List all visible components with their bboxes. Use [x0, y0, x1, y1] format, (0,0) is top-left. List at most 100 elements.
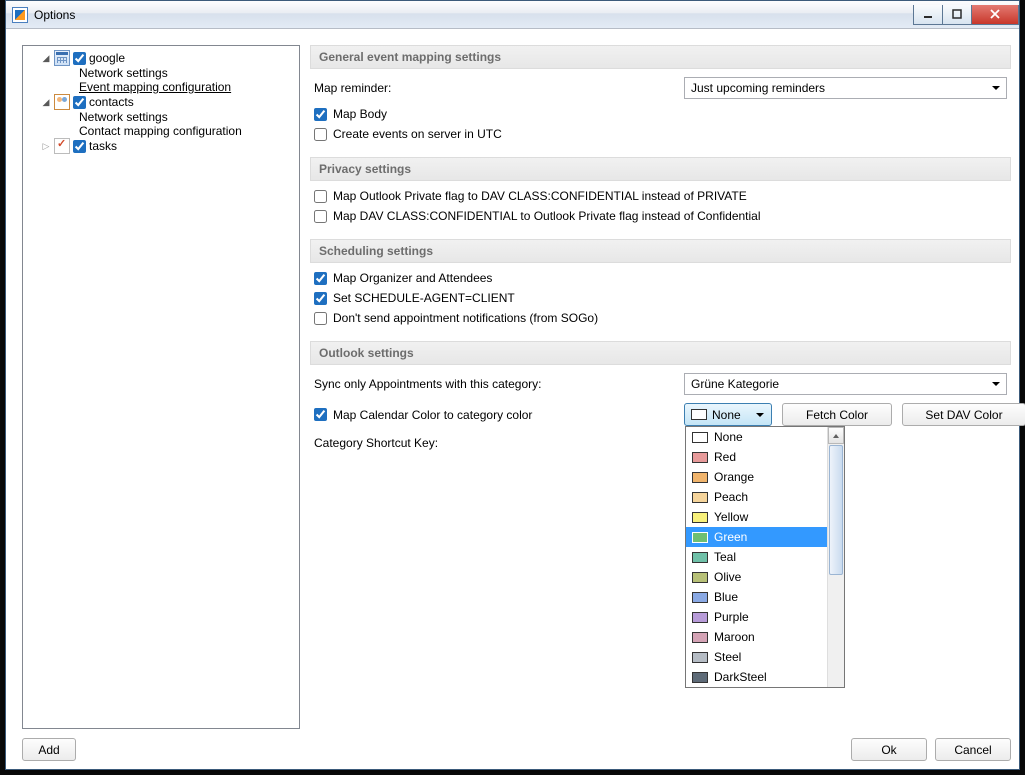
color-option-label: Orange: [714, 470, 754, 484]
tree-child-item[interactable]: Network settings: [25, 110, 297, 124]
color-option-orange[interactable]: Orange: [686, 467, 827, 487]
minimize-button[interactable]: [913, 5, 943, 25]
map-color-checkbox[interactable]: [314, 408, 327, 421]
content-pane: General event mapping settings Map remin…: [310, 45, 1011, 761]
color-option-label: DarkSteel: [714, 670, 767, 684]
color-option-label: Purple: [714, 610, 749, 624]
contacts-icon: [54, 94, 70, 110]
section-header-general: General event mapping settings: [310, 45, 1011, 69]
tree-label: contacts: [89, 95, 134, 109]
color-option-olive[interactable]: Olive: [686, 567, 827, 587]
tree-child-item[interactable]: Network settings: [25, 66, 297, 80]
color-option-steel[interactable]: Steel: [686, 647, 827, 667]
tasks-icon: [54, 138, 70, 154]
maximize-button[interactable]: [942, 5, 972, 25]
color-option-green[interactable]: Green: [686, 527, 827, 547]
scroll-thumb[interactable]: [829, 445, 843, 575]
color-swatch-icon: [692, 452, 708, 463]
color-dropdown-button[interactable]: None NoneRedOrangePeachYellowGreenTealOl…: [684, 403, 772, 426]
create-utc-checkbox[interactable]: [314, 128, 327, 141]
color-option-darksteel[interactable]: DarkSteel: [686, 667, 827, 687]
scrollbar[interactable]: [827, 427, 844, 687]
collapse-icon[interactable]: ◢: [41, 53, 51, 63]
color-dropdown-list: None Red Orange Peach Yellow Green Teal Olive Bl…: [685, 426, 845, 688]
window-controls: [914, 5, 1019, 25]
color-swatch-icon: [692, 532, 708, 543]
tree-node-contacts[interactable]: ◢ contacts: [25, 94, 297, 110]
privacy-opt1-label: Map Outlook Private flag to DAV CLASS:CO…: [333, 189, 747, 203]
tree-node-tasks[interactable]: ▷ tasks: [25, 138, 297, 154]
window-title: Options: [34, 8, 75, 22]
color-option-purple[interactable]: Purple: [686, 607, 827, 627]
color-option-teal[interactable]: Teal: [686, 547, 827, 567]
profile-tree[interactable]: ◢googleNetwork settingsEvent mapping con…: [25, 50, 297, 154]
color-option-label: Peach: [714, 490, 748, 504]
tree-child-label: Network settings: [79, 66, 168, 80]
tree-checkbox[interactable]: [73, 96, 86, 109]
privacy-opt2-label: Map DAV CLASS:CONFIDENTIAL to Outlook Pr…: [333, 209, 761, 223]
cancel-button[interactable]: Cancel: [935, 738, 1011, 761]
tree-checkbox[interactable]: [73, 140, 86, 153]
tree-label: tasks: [89, 139, 117, 153]
map-reminder-combo[interactable]: Just upcoming reminders: [684, 77, 1007, 99]
color-option-yellow[interactable]: Yellow: [686, 507, 827, 527]
tree-child-label: Network settings: [79, 110, 168, 124]
set-dav-color-button[interactable]: Set DAV Color: [902, 403, 1025, 426]
map-body-label: Map Body: [333, 107, 387, 121]
color-option-maroon[interactable]: Maroon: [686, 627, 827, 647]
calendar-icon: [54, 50, 70, 66]
color-option-label: Steel: [714, 650, 741, 664]
ok-button[interactable]: Ok: [851, 738, 927, 761]
map-organizer-label: Map Organizer and Attendees: [333, 271, 492, 285]
shortcut-key-label: Category Shortcut Key:: [314, 436, 684, 450]
schedule-agent-label: Set SCHEDULE-AGENT=CLIENT: [333, 291, 515, 305]
color-swatch-icon: [692, 472, 708, 483]
privacy-opt1-checkbox[interactable]: [314, 190, 327, 203]
color-option-label: Green: [714, 530, 747, 544]
color-option-peach[interactable]: Peach: [686, 487, 827, 507]
color-option-label: Teal: [714, 550, 736, 564]
color-option-blue[interactable]: Blue: [686, 587, 827, 607]
close-button[interactable]: [971, 5, 1019, 25]
tree-pane: ◢googleNetwork settingsEvent mapping con…: [22, 45, 300, 729]
client-area: ◢googleNetwork settingsEvent mapping con…: [14, 37, 1011, 761]
create-utc-label: Create events on server in UTC: [333, 127, 502, 141]
color-swatch-icon: [692, 672, 708, 683]
map-organizer-checkbox[interactable]: [314, 272, 327, 285]
tree-child-item[interactable]: Contact mapping configuration: [25, 124, 297, 138]
no-notifications-label: Don't send appointment notifications (fr…: [333, 311, 598, 325]
color-option-label: Olive: [714, 570, 741, 584]
expand-icon[interactable]: ▷: [41, 141, 51, 151]
sync-category-combo[interactable]: Grüne Kategorie: [684, 373, 1007, 395]
color-swatch-icon: [692, 572, 708, 583]
tree-child-label: Event mapping configuration: [79, 80, 231, 94]
map-reminder-label: Map reminder:: [314, 81, 684, 95]
color-option-red[interactable]: Red: [686, 447, 827, 467]
map-color-label: Map Calendar Color to category color: [333, 408, 532, 422]
map-body-checkbox[interactable]: [314, 108, 327, 121]
color-option-label: Blue: [714, 590, 738, 604]
color-swatch-icon: [692, 512, 708, 523]
schedule-agent-checkbox[interactable]: [314, 292, 327, 305]
section-header-scheduling: Scheduling settings: [310, 239, 1011, 263]
titlebar[interactable]: Options: [6, 1, 1019, 29]
color-option-none[interactable]: None: [686, 427, 827, 447]
color-swatch-icon: [692, 432, 708, 443]
scroll-up-icon[interactable]: [828, 427, 844, 444]
color-option-label: Maroon: [714, 630, 755, 644]
tree-checkbox[interactable]: [73, 52, 86, 65]
color-option-label: Yellow: [714, 510, 748, 524]
tree-label: google: [89, 51, 125, 65]
color-option-label: None: [714, 430, 743, 444]
no-notifications-checkbox[interactable]: [314, 312, 327, 325]
add-button[interactable]: Add: [22, 738, 76, 761]
tree-node-google[interactable]: ◢ google: [25, 50, 297, 66]
color-swatch-icon: [692, 612, 708, 623]
fetch-color-button[interactable]: Fetch Color: [782, 403, 892, 426]
app-icon: [12, 7, 28, 23]
tree-child-item[interactable]: Event mapping configuration: [25, 80, 297, 94]
collapse-icon[interactable]: ◢: [41, 97, 51, 107]
privacy-opt2-checkbox[interactable]: [314, 210, 327, 223]
color-swatch-icon: [692, 632, 708, 643]
color-swatch-icon: [692, 492, 708, 503]
